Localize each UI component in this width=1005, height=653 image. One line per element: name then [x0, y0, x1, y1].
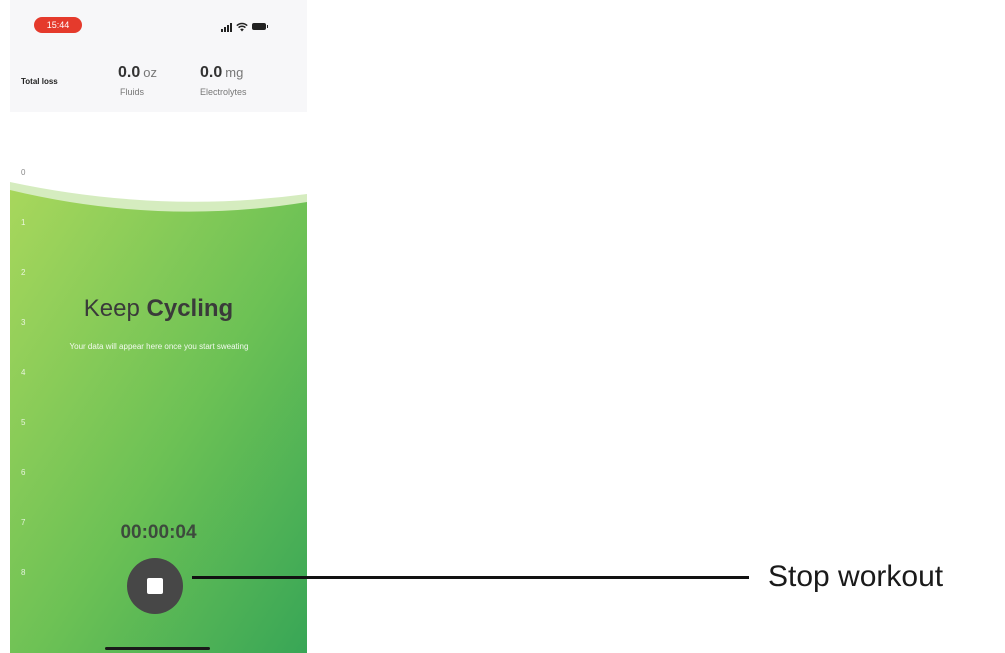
- electrolytes-metric: 0.0 mg Electrolytes: [200, 64, 247, 97]
- fluids-unit: oz: [143, 65, 157, 80]
- annotation-line: [192, 576, 749, 579]
- y-axis-tick: 0: [21, 168, 26, 177]
- y-axis-tick: 4: [21, 368, 26, 377]
- y-axis-tick: 1: [21, 218, 26, 227]
- wifi-icon: [236, 22, 248, 32]
- electrolytes-unit: mg: [225, 65, 244, 80]
- status-time: 15:44: [34, 17, 82, 33]
- y-axis-tick: 5: [21, 418, 26, 427]
- sweat-chart: 012345678 Keep Cycling Your data will ap…: [10, 112, 307, 653]
- y-axis-tick: 2: [21, 268, 26, 277]
- y-axis-tick: 6: [21, 468, 26, 477]
- electrolytes-label: Electrolytes: [200, 87, 247, 97]
- fluids-value: 0.0: [118, 64, 141, 81]
- fluids-metric: 0.0 oz Fluids: [118, 64, 157, 97]
- home-indicator[interactable]: [105, 647, 210, 650]
- electrolytes-value: 0.0: [200, 64, 223, 81]
- stop-workout-annotation: Stop workout: [768, 560, 944, 593]
- total-loss-label: Total loss: [21, 77, 58, 86]
- workout-timer: 00:00:04: [120, 522, 197, 543]
- stop-square-icon: [147, 578, 163, 594]
- status-icons: [221, 20, 268, 32]
- status-bar: 15:44: [10, 0, 307, 52]
- stop-workout-button[interactable]: [127, 558, 183, 614]
- fluids-label: Fluids: [120, 87, 145, 97]
- fluid-loss-summary: Total loss 0.0 oz Fluids 0.0 mg Electrolyt…: [10, 52, 307, 112]
- no-data-message: Your data will appear here once you star…: [69, 342, 249, 351]
- battery-icon: [252, 23, 268, 30]
- phone-screen: 15:44 Total loss 0.0 oz Fluids 0.0 mg El…: [10, 0, 307, 653]
- keep-going-headline: Keep Cycling: [10, 295, 307, 323]
- cellular-signal-icon: [221, 22, 232, 32]
- y-axis-tick: 8: [21, 568, 26, 577]
- headline-prefix: Keep: [83, 295, 140, 322]
- headline-activity: Cycling: [146, 295, 234, 322]
